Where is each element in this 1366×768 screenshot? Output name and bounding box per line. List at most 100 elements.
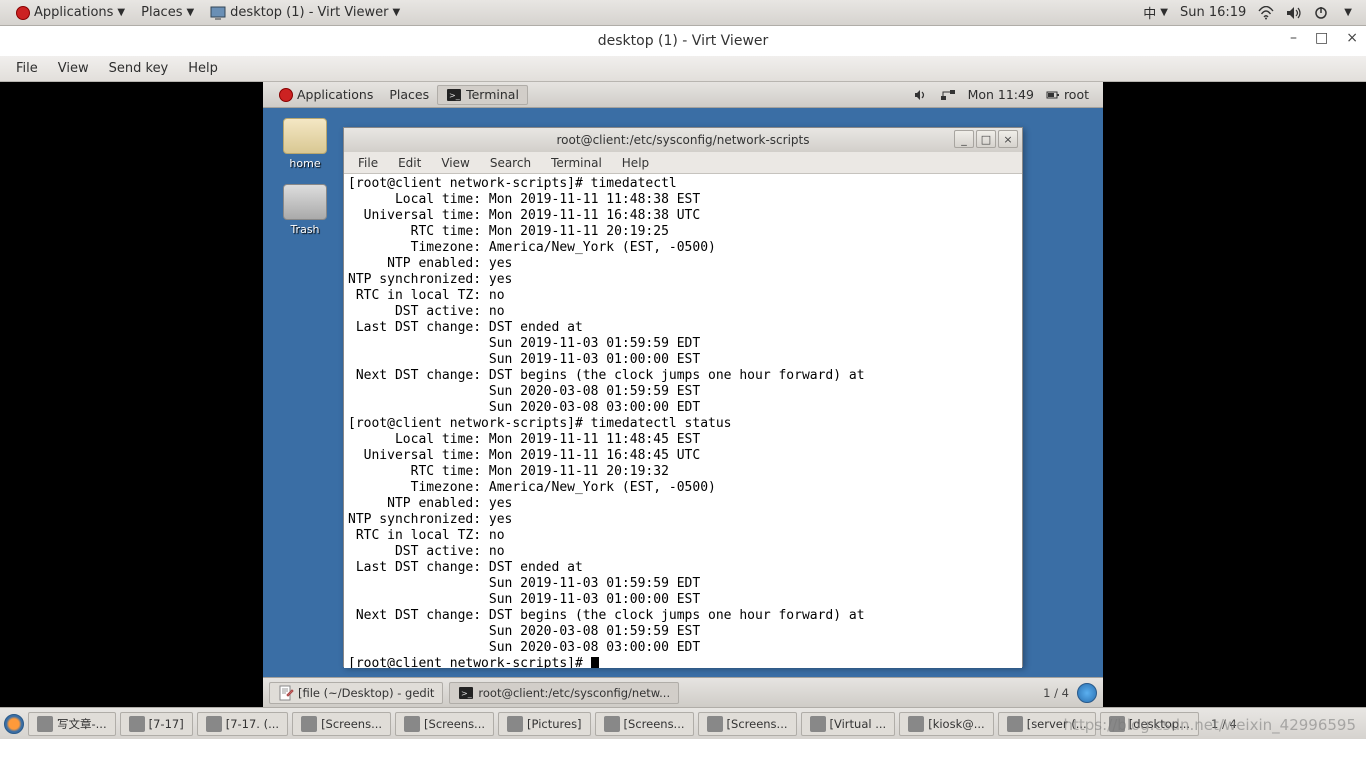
app-icon bbox=[404, 716, 420, 732]
guest-network-icon[interactable] bbox=[934, 89, 962, 101]
terminal-title-text: root@client:/etc/sysconfig/network-scrip… bbox=[557, 133, 810, 147]
workspace-indicator[interactable]: 1 / 4 bbox=[1035, 686, 1077, 700]
app-icon bbox=[301, 716, 317, 732]
guest-task-gedit[interactable]: [file (~/Desktop) - gedit bbox=[269, 682, 443, 704]
terminal-menu-edit[interactable]: Edit bbox=[388, 156, 431, 170]
host-taskbar: 写文章-...[7-17][7-17. (...[Screens...[Scre… bbox=[0, 707, 1366, 739]
app-icon bbox=[37, 716, 53, 732]
close-button[interactable]: × bbox=[1346, 30, 1358, 46]
places-menu[interactable]: Places ▼ bbox=[133, 5, 202, 20]
host-task-item[interactable]: [Pictures] bbox=[498, 712, 591, 736]
applications-label: Applications bbox=[34, 5, 113, 20]
guest-places-menu[interactable]: Places bbox=[381, 87, 437, 102]
guest-desktop-icons: home Trash bbox=[273, 118, 337, 250]
host-task-item[interactable]: [kiosk@... bbox=[899, 712, 994, 736]
chevron-down-icon: ▼ bbox=[1160, 7, 1168, 18]
terminal-window-controls: _ □ × bbox=[954, 130, 1018, 148]
guest-clock[interactable]: Mon 11:49 bbox=[962, 87, 1040, 102]
places-label: Places bbox=[141, 5, 182, 20]
host-task-item[interactable]: [7-17] bbox=[120, 712, 193, 736]
svg-text:>_: >_ bbox=[461, 689, 473, 698]
terminal-icon: >_ bbox=[446, 87, 462, 103]
guest-task-terminal[interactable]: >_ root@client:/etc/sysconfig/netw... bbox=[449, 682, 679, 704]
battery-icon bbox=[1046, 89, 1060, 101]
firefox-icon[interactable] bbox=[4, 714, 24, 734]
host-task-list: 写文章-...[7-17][7-17. (...[Screens...[Scre… bbox=[28, 712, 1203, 736]
terminal-menu-view[interactable]: View bbox=[431, 156, 479, 170]
app-icon bbox=[707, 716, 723, 732]
host-task-item[interactable]: [Screens... bbox=[595, 712, 694, 736]
host-task-item[interactable]: [desktop... bbox=[1100, 712, 1199, 736]
menu-sendkey[interactable]: Send key bbox=[99, 61, 179, 76]
app-icon bbox=[507, 716, 523, 732]
host-task-item[interactable]: 写文章-... bbox=[28, 712, 116, 736]
terminal-minimize-button[interactable]: _ bbox=[954, 130, 974, 148]
terminal-titlebar[interactable]: root@client:/etc/sysconfig/network-scrip… bbox=[344, 128, 1022, 152]
menu-file[interactable]: File bbox=[6, 61, 48, 76]
app-icon bbox=[604, 716, 620, 732]
app-icon bbox=[206, 716, 222, 732]
terminal-menubar: File Edit View Search Terminal Help bbox=[344, 152, 1022, 174]
maximize-button[interactable]: □ bbox=[1315, 30, 1328, 46]
guest-user-menu[interactable]: root bbox=[1040, 87, 1095, 102]
gedit-icon bbox=[278, 685, 294, 701]
user-menu-chevron[interactable]: ▼ bbox=[1334, 7, 1358, 18]
trash-icon[interactable]: Trash bbox=[273, 184, 337, 236]
trash-bin-icon bbox=[283, 184, 327, 220]
terminal-menu-file[interactable]: File bbox=[348, 156, 388, 170]
workspace-switch-button[interactable] bbox=[1077, 683, 1097, 703]
minimize-button[interactable]: – bbox=[1290, 30, 1297, 46]
terminal-icon: >_ bbox=[458, 685, 474, 701]
folder-icon bbox=[283, 118, 327, 154]
menu-view[interactable]: View bbox=[48, 61, 99, 76]
redhat-icon bbox=[16, 6, 30, 20]
redhat-icon bbox=[279, 88, 293, 102]
terminal-output[interactable]: [root@client network-scripts]# timedatec… bbox=[344, 174, 1022, 668]
terminal-menu-search[interactable]: Search bbox=[480, 156, 541, 170]
host-task-item[interactable]: [7-17. (... bbox=[197, 712, 288, 736]
app-icon bbox=[1007, 716, 1023, 732]
app-icon bbox=[908, 716, 924, 732]
host-workspace-indicator[interactable]: 1 / 4 bbox=[1203, 717, 1245, 731]
window-title: desktop (1) - Virt Viewer bbox=[598, 33, 769, 49]
guest-top-bar: Applications Places >_ Terminal Mon 11:4… bbox=[263, 82, 1103, 108]
applications-menu[interactable]: Applications ▼ bbox=[8, 5, 133, 20]
chevron-down-icon: ▼ bbox=[393, 7, 401, 18]
terminal-close-button[interactable]: × bbox=[998, 130, 1018, 148]
clock[interactable]: Sun 16:19 bbox=[1174, 5, 1252, 20]
window-controls: – □ × bbox=[1290, 30, 1358, 46]
host-task-item[interactable]: [Screens... bbox=[698, 712, 797, 736]
host-task-item[interactable]: [server (... bbox=[998, 712, 1096, 736]
input-method-indicator[interactable]: 中▼ bbox=[1137, 3, 1174, 22]
terminal-window[interactable]: root@client:/etc/sysconfig/network-scrip… bbox=[343, 127, 1023, 667]
svg-text:>_: >_ bbox=[449, 91, 461, 100]
menu-help[interactable]: Help bbox=[178, 61, 228, 76]
app-icon bbox=[810, 716, 826, 732]
app-icon bbox=[1109, 716, 1125, 732]
guest-applications-label: Applications bbox=[297, 87, 373, 102]
terminal-maximize-button[interactable]: □ bbox=[976, 130, 996, 148]
chevron-down-icon: ▼ bbox=[186, 7, 194, 18]
home-folder-icon[interactable]: home bbox=[273, 118, 337, 170]
guest-desktop[interactable]: Applications Places >_ Terminal Mon 11:4… bbox=[263, 82, 1103, 707]
taskbar-active-app[interactable]: desktop (1) - Virt Viewer ▼ bbox=[202, 5, 408, 21]
guest-applications-menu[interactable]: Applications bbox=[271, 87, 381, 102]
virt-viewer-icon bbox=[210, 5, 226, 21]
guest-volume-icon[interactable] bbox=[908, 89, 934, 101]
power-icon[interactable] bbox=[1308, 6, 1334, 20]
terminal-cursor bbox=[591, 657, 599, 668]
host-top-bar: Applications ▼ Places ▼ desktop (1) - Vi… bbox=[0, 0, 1366, 26]
chevron-down-icon: ▼ bbox=[117, 7, 125, 18]
virt-viewer-menubar: File View Send key Help bbox=[0, 56, 1366, 82]
app-icon bbox=[129, 716, 145, 732]
volume-icon[interactable] bbox=[1280, 6, 1308, 20]
host-task-item[interactable]: [Screens... bbox=[395, 712, 494, 736]
host-task-item[interactable]: [Virtual ... bbox=[801, 712, 896, 736]
terminal-menu-terminal[interactable]: Terminal bbox=[541, 156, 612, 170]
host-task-item[interactable]: [Screens... bbox=[292, 712, 391, 736]
virt-viewer-content: Applications Places >_ Terminal Mon 11:4… bbox=[0, 82, 1366, 707]
terminal-menu-help[interactable]: Help bbox=[612, 156, 659, 170]
network-icon[interactable] bbox=[1252, 6, 1280, 20]
virt-viewer-titlebar[interactable]: desktop (1) - Virt Viewer – □ × bbox=[0, 26, 1366, 56]
guest-terminal-task[interactable]: >_ Terminal bbox=[437, 85, 528, 105]
